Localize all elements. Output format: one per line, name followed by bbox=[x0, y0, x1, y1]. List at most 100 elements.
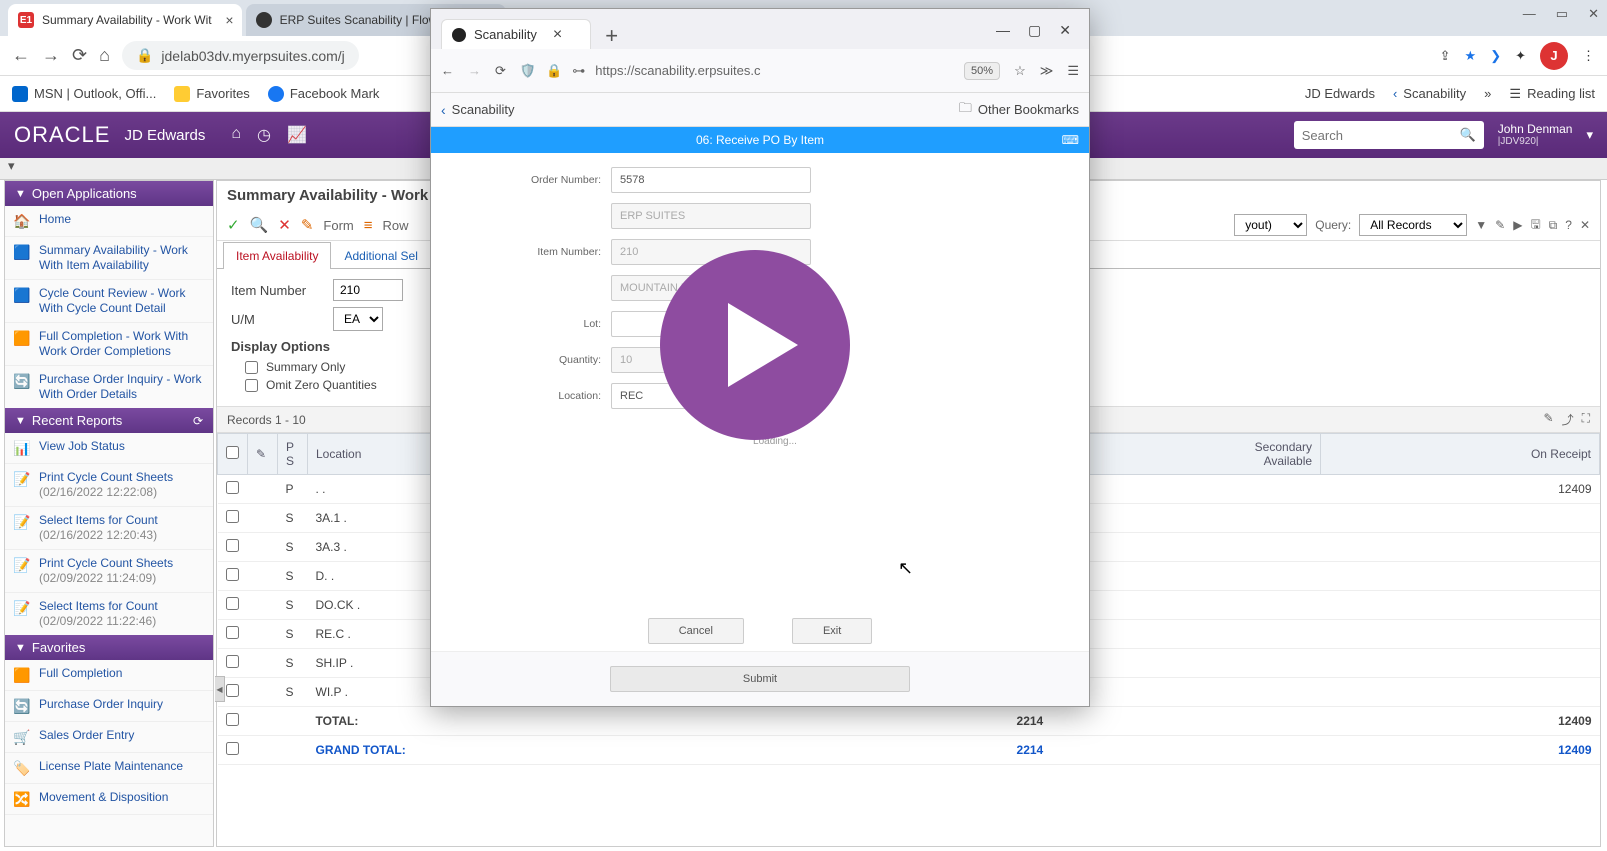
tab-additional-sel[interactable]: Additional Sel bbox=[331, 242, 430, 269]
bookmark-favorites[interactable]: Favorites bbox=[174, 86, 249, 102]
home-icon[interactable]: ⌂ bbox=[231, 125, 241, 145]
sidebar-item-recent-3[interactable]: 📝Print Cycle Count Sheets(02/09/2022 11:… bbox=[5, 550, 213, 593]
back-icon[interactable]: ← bbox=[12, 45, 30, 66]
sidebar-item-po-inquiry[interactable]: 🔄Purchase Order Inquiry - Work With Orde… bbox=[5, 366, 213, 408]
back-icon[interactable]: ← bbox=[441, 63, 454, 78]
layout-select[interactable]: yout) bbox=[1234, 214, 1307, 236]
submit-button[interactable]: Submit bbox=[610, 666, 910, 692]
row-checkbox[interactable] bbox=[226, 568, 239, 581]
chevron-down-icon[interactable]: ▾ bbox=[1586, 127, 1593, 143]
uom-select[interactable]: EA bbox=[333, 307, 383, 331]
summary-only-checkbox[interactable] bbox=[245, 361, 258, 374]
fg-tab-scanability[interactable]: Scanability × bbox=[441, 19, 591, 49]
new-tab-button[interactable]: + bbox=[595, 23, 628, 49]
row-checkbox[interactable] bbox=[226, 713, 239, 726]
url-field[interactable]: 🔒 jdelab03dv.myerpsuites.com/j bbox=[122, 41, 359, 70]
col-on-receipt[interactable]: On Receipt bbox=[1321, 434, 1600, 475]
clock-icon[interactable]: ◷ bbox=[257, 125, 271, 145]
close-icon[interactable]: × bbox=[225, 12, 233, 28]
sidebar-fav-4[interactable]: 🏷️License Plate Maintenance bbox=[5, 753, 213, 784]
reload-icon[interactable]: ⟳ bbox=[495, 63, 506, 79]
menu-icon[interactable]: ☰ bbox=[1067, 63, 1079, 79]
sidebar-fav-3[interactable]: 🛒Sales Order Entry bbox=[5, 722, 213, 753]
grid-edit-icon[interactable]: ✎ bbox=[1544, 411, 1554, 428]
star-icon[interactable]: ★ bbox=[1465, 48, 1477, 64]
minimize-icon[interactable]: — bbox=[996, 22, 1010, 39]
overflow-icon[interactable]: ≫ bbox=[1040, 63, 1054, 79]
sidebar-item-home[interactable]: 🏠Home bbox=[5, 206, 213, 237]
bookmark-scanability[interactable]: ‹Scanability bbox=[1393, 86, 1466, 101]
row-checkbox[interactable] bbox=[226, 684, 239, 697]
sidebar-recent-header[interactable]: ▼Recent Reports⟳ bbox=[5, 408, 213, 433]
close-window-icon[interactable]: ✕ bbox=[1588, 6, 1599, 22]
check-icon[interactable]: ✓ bbox=[227, 216, 240, 234]
col-ps[interactable]: P S bbox=[278, 434, 308, 475]
bookmark-msn[interactable]: MSN | Outlook, Offi... bbox=[12, 86, 156, 102]
select-all-checkbox[interactable] bbox=[226, 446, 239, 459]
row-checkbox[interactable] bbox=[226, 539, 239, 552]
sidebar-item-cycle-count[interactable]: 🟦Cycle Count Review - Work With Cycle Co… bbox=[5, 280, 213, 323]
ext1-icon[interactable]: ❯ bbox=[1490, 48, 1501, 64]
form-label[interactable]: Form bbox=[323, 218, 353, 233]
sidebar-item-full-completion[interactable]: 🟧Full Completion - Work With Work Order … bbox=[5, 323, 213, 366]
search-icon[interactable]: 🔍 bbox=[250, 216, 269, 234]
home-icon[interactable]: ⌂ bbox=[99, 45, 110, 66]
sidebar-item-recent-1[interactable]: 📝Print Cycle Count Sheets(02/16/2022 12:… bbox=[5, 464, 213, 507]
tab-item-availability[interactable]: Item Availability bbox=[223, 242, 331, 269]
item-number-input[interactable] bbox=[333, 279, 403, 301]
sidebar-item-summary-avail[interactable]: 🟦Summary Availability - Work With Item A… bbox=[5, 237, 213, 280]
sidebar-fav-2[interactable]: 🔄Purchase Order Inquiry bbox=[5, 691, 213, 722]
row-checkbox[interactable] bbox=[226, 742, 239, 755]
sidebar-item-recent-4[interactable]: 📝Select Items for Count(02/09/2022 11:22… bbox=[5, 593, 213, 635]
row-label[interactable]: Row bbox=[383, 218, 409, 233]
chevron-left-icon[interactable]: ‹ bbox=[441, 102, 446, 118]
search-input[interactable] bbox=[1302, 128, 1460, 143]
help-icon[interactable]: ? bbox=[1565, 218, 1572, 232]
minimize-icon[interactable]: — bbox=[1523, 6, 1536, 22]
search-icon[interactable]: 🔍 bbox=[1460, 127, 1476, 143]
other-bookmarks[interactable]: 🗀 Other Bookmarks bbox=[959, 99, 1079, 121]
sidebar-item-recent-2[interactable]: 📝Select Items for Count(02/16/2022 12:20… bbox=[5, 507, 213, 550]
form-icon[interactable]: ✎ bbox=[301, 216, 314, 234]
order-number-input[interactable] bbox=[611, 167, 811, 193]
reading-list[interactable]: ☰Reading list bbox=[1509, 86, 1595, 102]
sidebar-open-apps-header[interactable]: ▼Open Applications bbox=[5, 181, 213, 206]
grid-export-icon[interactable]: ⤴ bbox=[1562, 411, 1574, 428]
keyboard-icon[interactable]: ⌨ bbox=[1062, 133, 1079, 147]
zoom-level[interactable]: 50% bbox=[964, 62, 1000, 80]
url-field[interactable]: 🛡️ 🔒 ⊶ https://scanability.erpsuites.c bbox=[520, 63, 950, 79]
col-sec-available[interactable]: Secondary Available bbox=[1051, 434, 1320, 475]
bookmark-facebook[interactable]: Facebook Mark bbox=[268, 86, 380, 102]
row-checkbox[interactable] bbox=[226, 481, 239, 494]
share-icon[interactable]: ⇪ bbox=[1440, 48, 1451, 64]
omit-zero-checkbox[interactable] bbox=[245, 379, 258, 392]
chart-icon[interactable]: 📈 bbox=[287, 125, 307, 145]
oracle-search[interactable]: 🔍 bbox=[1294, 121, 1484, 149]
query-select[interactable]: All Records bbox=[1359, 214, 1467, 236]
sidebar-fav-1[interactable]: 🟧Full Completion bbox=[5, 660, 213, 691]
refresh-icon[interactable]: ⟳ bbox=[193, 414, 203, 428]
close-red-icon[interactable]: ✕ bbox=[278, 216, 291, 234]
star-icon[interactable]: ☆ bbox=[1014, 63, 1026, 79]
close-panel-icon[interactable]: ✕ bbox=[1580, 218, 1590, 232]
save-icon[interactable]: 🖫 bbox=[1530, 215, 1540, 236]
sidebar-item-job-status[interactable]: 📊View Job Status bbox=[5, 433, 213, 464]
row-checkbox[interactable] bbox=[226, 510, 239, 523]
bookmark-overflow-icon[interactable]: » bbox=[1484, 86, 1491, 101]
dropdown-control[interactable]: ▾ bbox=[0, 156, 23, 175]
grid-expand-icon[interactable]: ⛶ bbox=[1582, 411, 1590, 428]
exit-button[interactable]: Exit bbox=[792, 618, 872, 644]
maximize-icon[interactable]: ▢ bbox=[1028, 22, 1041, 39]
forward-icon[interactable]: → bbox=[42, 45, 60, 66]
sidebar-fav-5[interactable]: 🔀Movement & Disposition bbox=[5, 784, 213, 815]
fg-bm-scanability[interactable]: Scanability bbox=[452, 102, 515, 117]
reload-icon[interactable]: ⟳ bbox=[72, 45, 87, 66]
row-checkbox[interactable] bbox=[226, 655, 239, 668]
run-icon[interactable]: ▶ bbox=[1513, 218, 1522, 232]
grid-menu-icon[interactable]: ✎ bbox=[248, 434, 278, 475]
filter-icon[interactable]: ▼ bbox=[1475, 218, 1487, 232]
row-icon[interactable]: ≡ bbox=[364, 217, 373, 234]
collapse-sidebar-handle[interactable]: ◀ bbox=[215, 676, 225, 702]
bookmark-jde[interactable]: JD Edwards bbox=[1305, 86, 1375, 101]
play-video-button[interactable] bbox=[660, 250, 850, 440]
